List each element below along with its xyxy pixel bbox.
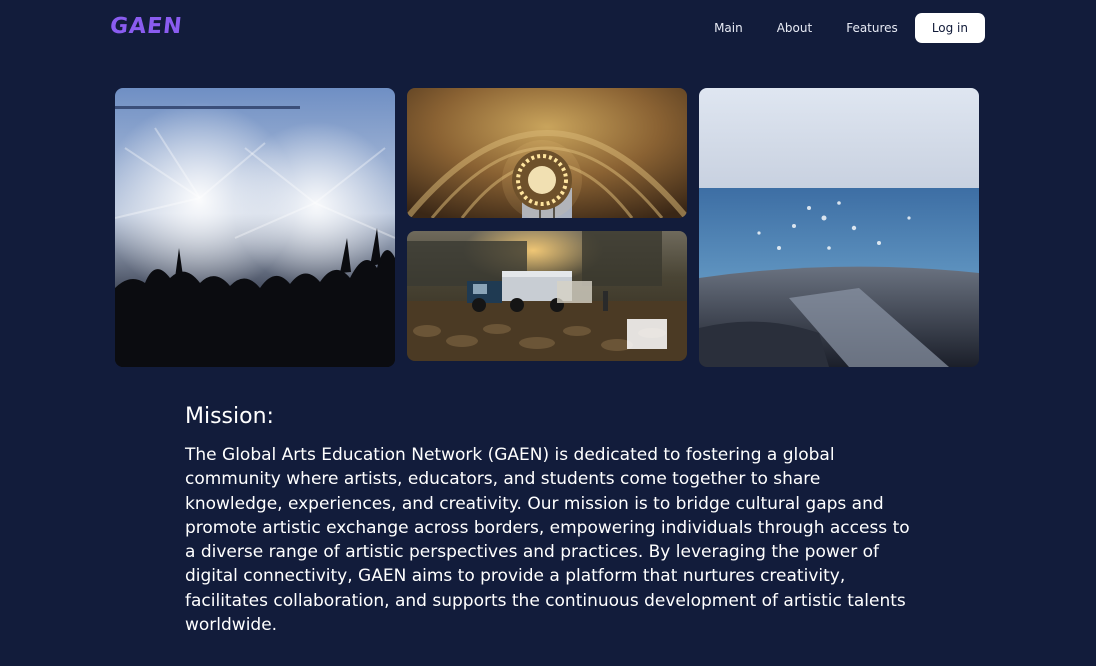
ornate-ceiling-photo — [407, 88, 687, 218]
sea-view-photo — [699, 88, 979, 367]
site-logo[interactable]: GAEN — [109, 14, 184, 39]
mission-description: The Global Arts Education Network (GAEN)… — [185, 445, 910, 636]
login-button[interactable]: Log in — [914, 13, 985, 43]
truck-field-photo — [407, 231, 687, 361]
main-nav: Main About Features Log in — [714, 13, 985, 43]
nav-features-link[interactable]: Features — [846, 21, 898, 35]
nav-main-link[interactable]: Main — [714, 21, 743, 35]
concert-photo — [115, 88, 395, 367]
mission-title: Mission: — [185, 404, 274, 429]
nav-about-link[interactable]: About — [777, 21, 812, 35]
image-gallery — [115, 88, 979, 367]
